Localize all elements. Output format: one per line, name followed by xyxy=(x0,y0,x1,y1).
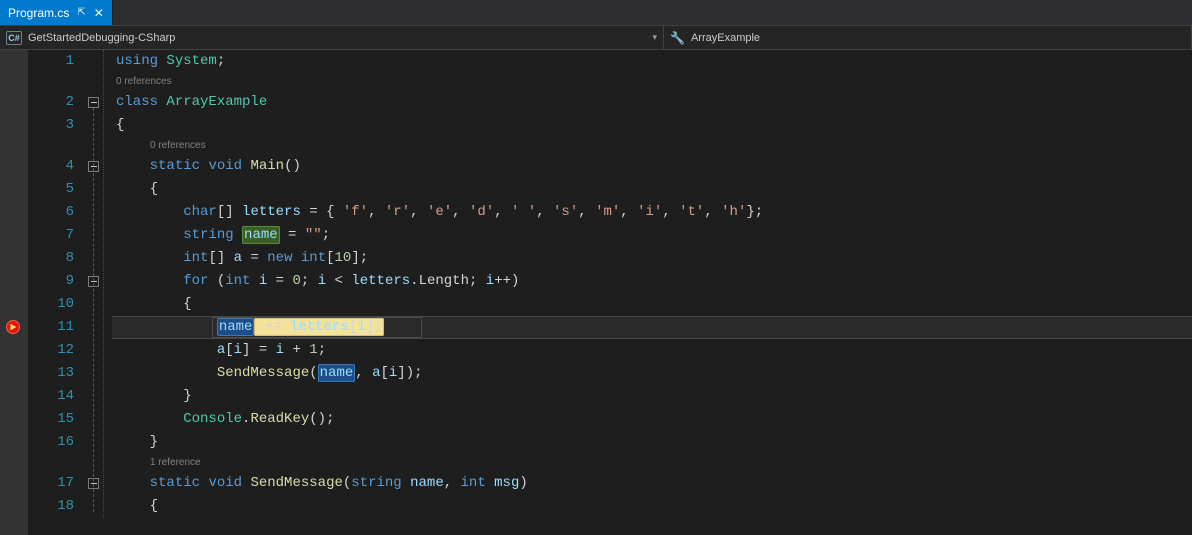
codelens[interactable]: 0 references xyxy=(112,137,1192,155)
code-row[interactable]: class ArrayExample xyxy=(112,91,1192,114)
fold-toggle[interactable] xyxy=(88,97,99,108)
statement-highlight-box xyxy=(212,317,422,338)
line-number: 16 xyxy=(28,431,74,454)
line-number: 2 xyxy=(28,91,74,114)
csharp-file-icon: C# xyxy=(6,31,22,45)
code-row[interactable]: Console.ReadKey(); xyxy=(112,408,1192,431)
change-guide xyxy=(103,50,104,518)
code-row[interactable]: { xyxy=(112,114,1192,137)
codelens[interactable]: 0 references xyxy=(112,73,1192,91)
code-row[interactable]: { xyxy=(112,293,1192,316)
nav-project-dropdown[interactable]: C# GetStartedDebugging-CSharp ▾ xyxy=(0,26,664,49)
line-number: 8 xyxy=(28,247,74,270)
nav-bar: C# GetStartedDebugging-CSharp ▾ 🔧 ArrayE… xyxy=(0,26,1192,50)
line-number: 14 xyxy=(28,385,74,408)
code-row[interactable]: string name = ""; xyxy=(112,224,1192,247)
nav-symbol-dropdown[interactable]: 🔧 ArrayExample xyxy=(664,26,1192,49)
code-row[interactable]: int[] a = new int[10]; xyxy=(112,247,1192,270)
breakpoint-gutter[interactable] xyxy=(0,50,28,535)
code-row[interactable]: SendMessage(name, a[i]); xyxy=(112,362,1192,385)
code-body[interactable]: using System; 0 references class ArrayEx… xyxy=(112,50,1192,535)
nav-project-label: GetStartedDebugging-CSharp xyxy=(28,32,175,44)
line-number: 5 xyxy=(28,178,74,201)
line-number: 1 xyxy=(28,50,74,73)
line-number: 11 xyxy=(28,316,74,339)
line-number: 10 xyxy=(28,293,74,316)
code-editor[interactable]: 1 2 3 4 5 6 7 8 9 10 11 12 13 14 15 16 1… xyxy=(0,50,1192,535)
chevron-down-icon: ▾ xyxy=(652,32,657,43)
code-row[interactable]: } xyxy=(112,431,1192,454)
code-row[interactable]: { xyxy=(112,178,1192,201)
line-number: 4 xyxy=(28,155,74,178)
line-number: 17 xyxy=(28,472,74,495)
line-number: 9 xyxy=(28,270,74,293)
code-row[interactable]: { xyxy=(112,495,1192,518)
line-number: 12 xyxy=(28,339,74,362)
line-number: 6 xyxy=(28,201,74,224)
symbol-highlight: name xyxy=(242,226,280,244)
tab-title: Program.cs xyxy=(8,6,69,20)
tab-bar: Program.cs ⇱ ✕ xyxy=(0,0,1192,26)
code-row[interactable]: char[] letters = { 'f', 'r', 'e', 'd', '… xyxy=(112,201,1192,224)
close-icon[interactable]: ✕ xyxy=(94,6,104,20)
code-row[interactable]: static void Main() xyxy=(112,155,1192,178)
line-number-gutter: 1 2 3 4 5 6 7 8 9 10 11 12 13 14 15 16 1… xyxy=(28,50,86,535)
code-row[interactable]: a[i] = i + 1; xyxy=(112,339,1192,362)
execution-pointer-icon[interactable] xyxy=(6,320,20,334)
fold-gutter[interactable] xyxy=(86,50,112,535)
line-number: 18 xyxy=(28,495,74,518)
line-number: 13 xyxy=(28,362,74,385)
line-number: 15 xyxy=(28,408,74,431)
line-number: 7 xyxy=(28,224,74,247)
codelens[interactable]: 1 reference xyxy=(112,454,1192,472)
code-row[interactable]: using System; xyxy=(112,50,1192,73)
wrench-icon: 🔧 xyxy=(670,31,685,45)
nav-symbol-label: ArrayExample xyxy=(691,32,760,44)
pin-icon[interactable]: ⇱ xyxy=(77,7,85,18)
line-number: 3 xyxy=(28,114,74,137)
fold-guide xyxy=(93,108,94,512)
code-row[interactable]: static void SendMessage(string name, int… xyxy=(112,472,1192,495)
code-row[interactable]: for (int i = 0; i < letters.Length; i++) xyxy=(112,270,1192,293)
tab-program-cs[interactable]: Program.cs ⇱ ✕ xyxy=(0,0,113,25)
symbol-highlight: name xyxy=(318,364,356,382)
code-row[interactable]: } xyxy=(112,385,1192,408)
